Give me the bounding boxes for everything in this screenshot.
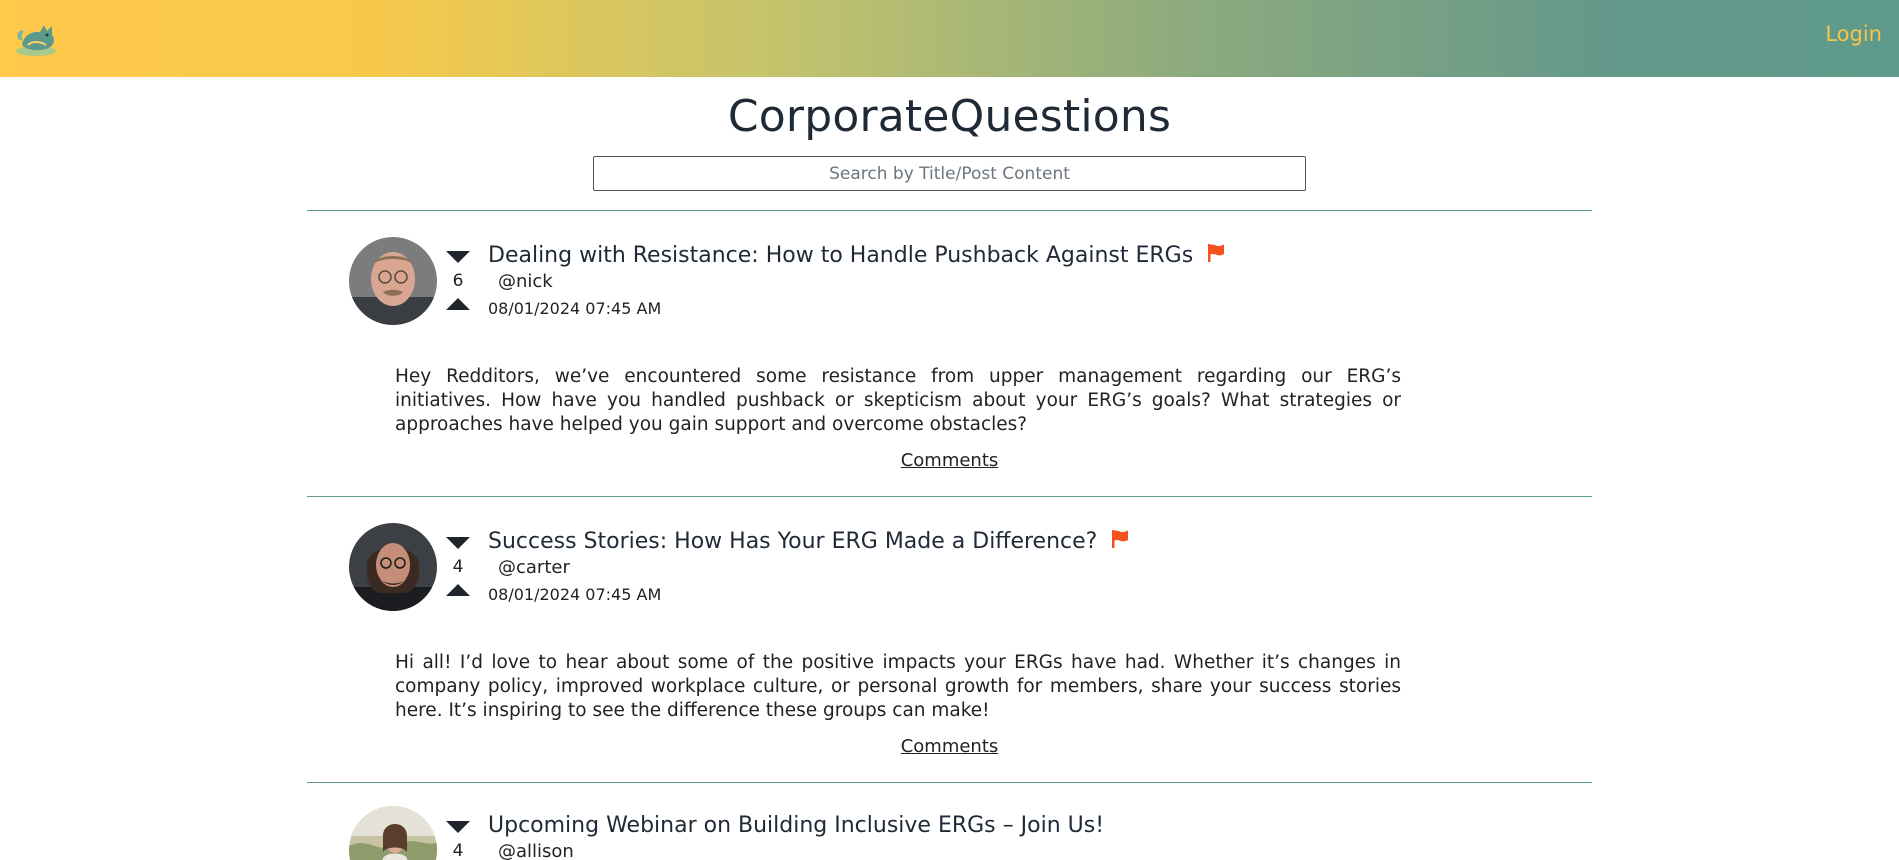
flag-icon[interactable]	[1110, 529, 1130, 549]
post-body: Hey Redditors, we’ve encountered some re…	[395, 366, 1401, 435]
post-card: 6 Dealing with Resistance: How to Handle…	[307, 237, 1592, 497]
post-title[interactable]: Upcoming Webinar on Building Inclusive E…	[488, 813, 1104, 838]
vote-count: 4	[452, 841, 464, 860]
comments-link[interactable]: Comments	[901, 736, 999, 757]
post-timestamp: 08/01/2024 07:45 AM	[488, 299, 662, 318]
page-title: CorporateQuestions	[727, 91, 1172, 142]
post-username[interactable]: @allison	[498, 841, 574, 860]
post-timestamp: 08/01/2024 07:45 AM	[488, 585, 662, 604]
post-card: 4 Upcoming Webinar on Building Inclusive…	[307, 806, 1592, 860]
flag-icon[interactable]	[1206, 243, 1226, 263]
fox-logo-icon[interactable]	[14, 15, 64, 59]
upvote-icon[interactable]	[445, 583, 471, 597]
comments-link-container: Comments	[307, 450, 1592, 471]
post-username[interactable]: @nick	[498, 271, 553, 292]
post-card: 4 Success Stories: How Has Your ERG Made…	[307, 523, 1592, 783]
divider	[307, 782, 1592, 783]
avatar[interactable]	[349, 237, 437, 325]
comments-link-container: Comments	[307, 736, 1592, 757]
top-navbar: Login	[0, 0, 1899, 77]
downvote-icon[interactable]	[445, 536, 471, 550]
downvote-icon[interactable]	[445, 250, 471, 264]
post-title-text[interactable]: Success Stories: How Has Your ERG Made a…	[488, 529, 1097, 554]
vote-count: 6	[452, 271, 464, 291]
post-title[interactable]: Dealing with Resistance: How to Handle P…	[488, 243, 1226, 268]
divider	[307, 210, 1592, 211]
avatar[interactable]	[349, 523, 437, 611]
post-username[interactable]: @carter	[498, 557, 570, 578]
post-title-text[interactable]: Dealing with Resistance: How to Handle P…	[488, 243, 1193, 268]
divider	[307, 496, 1592, 497]
vote-count: 4	[452, 557, 464, 577]
login-link[interactable]: Login	[1825, 22, 1882, 46]
avatar[interactable]	[349, 806, 437, 860]
post-title-text[interactable]: Upcoming Webinar on Building Inclusive E…	[488, 813, 1104, 838]
upvote-icon[interactable]	[445, 297, 471, 311]
search-input[interactable]	[593, 156, 1306, 191]
post-body: Hi all! I’d love to hear about some of t…	[395, 652, 1401, 721]
downvote-icon[interactable]	[445, 820, 471, 834]
post-title[interactable]: Success Stories: How Has Your ERG Made a…	[488, 529, 1130, 554]
comments-link[interactable]: Comments	[901, 450, 999, 471]
